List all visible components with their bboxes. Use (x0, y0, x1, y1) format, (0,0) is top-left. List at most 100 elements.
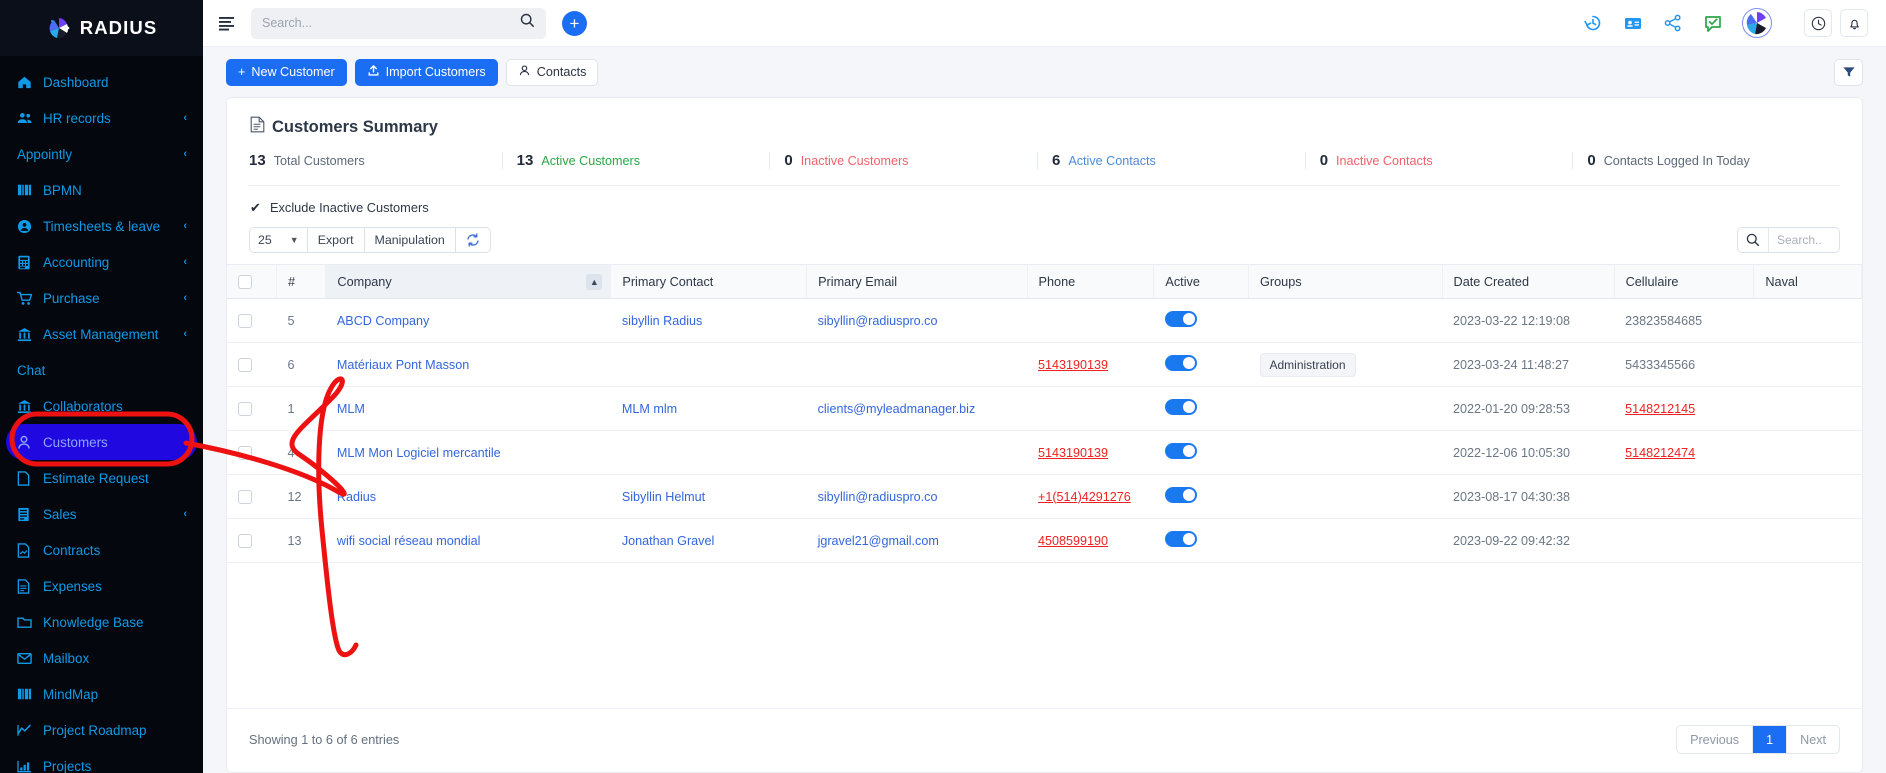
primary-email-link[interactable]: clients@myleadmanager.biz (818, 402, 976, 416)
phone-cell[interactable]: 4508599190 (1027, 518, 1154, 563)
id-card-icon[interactable] (1622, 12, 1644, 34)
active-toggle[interactable] (1164, 311, 1197, 327)
primary-email-link[interactable]: sibyllin@radiuspro.co (818, 490, 938, 504)
new-customer-button[interactable]: + New Customer (226, 58, 347, 86)
filter-icon[interactable] (1834, 58, 1863, 86)
sidebar-item-mailbox[interactable]: Mailbox (0, 640, 203, 676)
phone-link[interactable]: 5143190139 (1038, 358, 1108, 372)
refresh-icon[interactable] (455, 227, 491, 253)
table-search[interactable] (1737, 227, 1840, 253)
active-toggle[interactable] (1164, 443, 1197, 459)
row-checkbox[interactable] (238, 445, 252, 460)
cellulaire-cell[interactable]: 5433345566 (1614, 342, 1754, 387)
column-header-primary-contact[interactable]: Primary Contact (610, 264, 808, 299)
sidebar-item-contracts[interactable]: Contracts (0, 532, 203, 568)
company-link[interactable]: wifi social réseau mondial (337, 534, 481, 548)
sidebar-item-customers[interactable]: Customers (6, 424, 197, 460)
sidebar-item-expenses[interactable]: Expenses (0, 568, 203, 604)
row-checkbox[interactable] (238, 313, 252, 328)
phone-cell[interactable]: +1(514)4291276 (1027, 474, 1154, 519)
company-cell[interactable]: Matériaux Pont Masson (325, 342, 611, 387)
primary-email-cell[interactable] (806, 342, 1027, 387)
active-cell[interactable] (1153, 342, 1249, 387)
exclude-inactive-row[interactable]: ✔ Exclude Inactive Customers (249, 200, 1840, 216)
phone-link[interactable]: +1(514)4291276 (1038, 490, 1131, 504)
cellulaire-link[interactable]: 5148212145 (1625, 402, 1695, 416)
phone-cell[interactable]: 5143190139 (1027, 342, 1154, 387)
primary-contact-cell[interactable]: Sibyllin Helmut (610, 474, 807, 519)
company-cell[interactable]: ABCD Company (325, 298, 611, 343)
primary-contact-link[interactable]: Jonathan Gravel (622, 534, 714, 548)
row-select-cell[interactable] (227, 474, 277, 519)
table-row[interactable]: 6 Matériaux Pont Masson 5143190139 Administ… (227, 342, 1862, 387)
company-cell[interactable]: MLM Mon Logiciel mercantile (325, 430, 611, 475)
primary-contact-cell[interactable]: sibyllin Radius (610, 298, 807, 343)
cellulaire-link[interactable]: 5148212474 (1625, 446, 1695, 460)
quick-add-button[interactable]: + (562, 10, 587, 36)
brand-logo[interactable]: RADIUS (0, 0, 203, 56)
sidebar-item-hr-records[interactable]: HR records ‹ (0, 100, 203, 136)
primary-contact-cell[interactable] (610, 342, 807, 387)
company-cell[interactable]: MLM (325, 386, 611, 431)
primary-contact-cell[interactable]: MLM mlm (610, 386, 807, 431)
sidebar-item-accounting[interactable]: Accounting ‹ (0, 244, 203, 280)
active-cell[interactable] (1153, 474, 1249, 519)
import-customers-button[interactable]: Import Customers (354, 58, 498, 86)
company-link[interactable]: ABCD Company (337, 314, 429, 328)
phone-link[interactable]: 4508599190 (1038, 534, 1108, 548)
search-input[interactable] (262, 16, 520, 30)
row-checkbox[interactable] (238, 489, 252, 504)
sidebar-item-purchase[interactable]: Purchase ‹ (0, 280, 203, 316)
clock-icon[interactable] (1804, 9, 1832, 37)
column-header-company[interactable]: Company ▲ (325, 264, 612, 299)
column-header-date-created[interactable]: Date Created (1442, 264, 1615, 299)
sidebar-item-chat[interactable]: Chat (0, 352, 203, 388)
sidebar-item-knowledge-base[interactable]: Knowledge Base (0, 604, 203, 640)
contacts-button[interactable]: Contacts (505, 58, 599, 86)
primary-email-cell[interactable]: jgravel21@gmail.com (806, 518, 1027, 563)
primary-email-cell[interactable]: clients@myleadmanager.biz (806, 386, 1027, 431)
active-toggle[interactable] (1164, 399, 1197, 415)
sidebar-item-timesheets-leave[interactable]: Timesheets & leave ‹ (0, 208, 203, 244)
cellulaire-cell[interactable]: 5148212474 (1614, 430, 1754, 475)
active-cell[interactable] (1153, 518, 1249, 563)
export-button[interactable]: Export (307, 227, 365, 253)
phone-cell[interactable]: 5143190139 (1027, 430, 1154, 475)
primary-email-link[interactable]: jgravel21@gmail.com (818, 534, 939, 548)
global-search[interactable] (251, 7, 546, 39)
primary-email-cell[interactable]: sibyllin@radiuspro.co (806, 298, 1027, 343)
phone-cell[interactable] (1027, 298, 1154, 343)
column-header-active[interactable]: Active (1153, 264, 1249, 299)
chat-check-icon[interactable] (1702, 12, 1724, 34)
sidebar-item-project-roadmap[interactable]: Project Roadmap (0, 712, 203, 748)
phone-cell[interactable] (1027, 386, 1154, 431)
previous-page-button[interactable]: Previous (1677, 726, 1754, 753)
column-header-primary-email[interactable]: Primary Email (806, 264, 1028, 299)
row-checkbox[interactable] (238, 357, 252, 372)
primary-email-link[interactable]: sibyllin@radiuspro.co (818, 314, 938, 328)
company-cell[interactable]: wifi social réseau mondial (325, 518, 611, 563)
share-icon[interactable] (1662, 12, 1684, 34)
table-row[interactable]: 5 ABCD Company sibyllin Radius sibyllin@rad… (227, 298, 1862, 343)
sidebar-item-dashboard[interactable]: Dashboard (0, 64, 203, 100)
company-link[interactable]: MLM Mon Logiciel mercantile (337, 446, 501, 460)
sidebar-item-estimate-request[interactable]: Estimate Request (0, 460, 203, 496)
active-toggle[interactable] (1164, 355, 1197, 371)
cellulaire-cell[interactable]: 5148212145 (1614, 386, 1754, 431)
sort-ascending-icon[interactable]: ▲ (586, 273, 603, 290)
cellulaire-cell[interactable] (1614, 518, 1754, 563)
active-toggle[interactable] (1164, 531, 1197, 547)
page-size-select[interactable]: 25 ▼ (249, 227, 308, 253)
row-checkbox[interactable] (238, 533, 252, 548)
row-select-cell[interactable] (227, 518, 277, 563)
company-link[interactable]: Matériaux Pont Masson (337, 358, 469, 372)
sidebar-item-mindmap[interactable]: MindMap (0, 676, 203, 712)
column-header-groups[interactable]: Groups (1248, 264, 1443, 299)
exclude-inactive-checkbox[interactable]: ✔ (249, 200, 262, 215)
sidebar-item-sales[interactable]: Sales ‹ (0, 496, 203, 532)
sidebar-item-bpmn[interactable]: BPMN (0, 172, 203, 208)
row-checkbox[interactable] (238, 401, 252, 416)
table-row[interactable]: 1 MLM MLM mlm clients@myleadmanager.biz 2022… (227, 386, 1862, 431)
primary-email-cell[interactable]: sibyllin@radiuspro.co (806, 474, 1027, 519)
next-page-button[interactable]: Next (1787, 726, 1839, 753)
